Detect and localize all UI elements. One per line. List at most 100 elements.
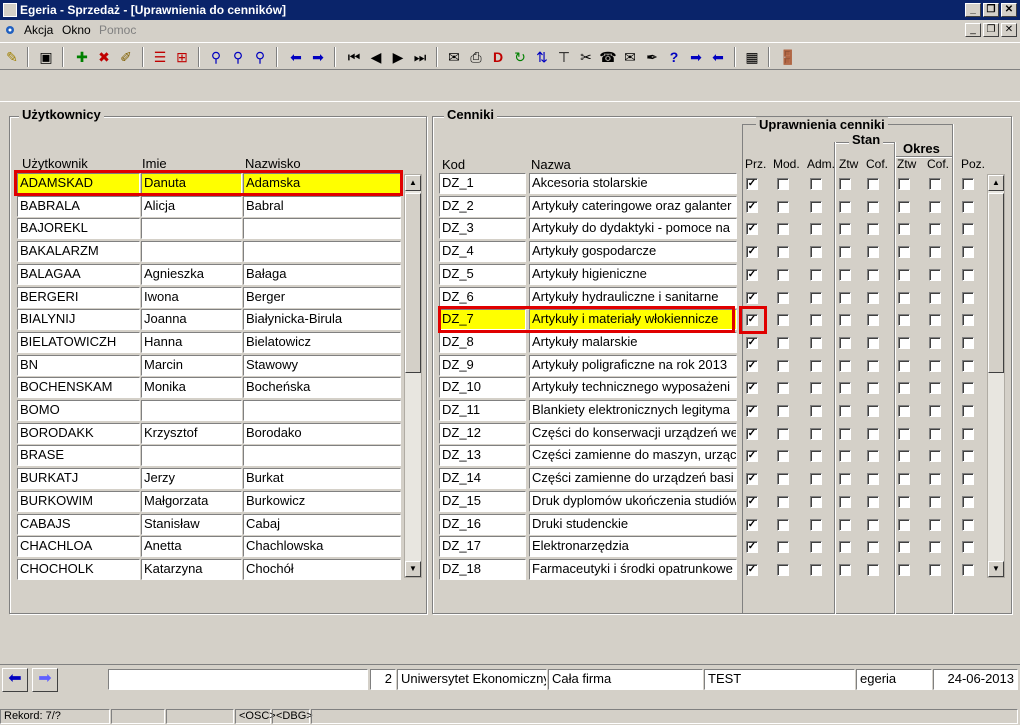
user-login-cell[interactable]: CHACHLOA: [17, 536, 140, 558]
pricelist-code-cell[interactable]: DZ_18: [439, 558, 526, 580]
user-lastname-cell[interactable]: Chachlowska: [243, 536, 401, 558]
user-login-cell[interactable]: CABAJS: [17, 513, 140, 535]
forward-icon[interactable]: ➡: [686, 47, 706, 67]
permission-checkbox[interactable]: [777, 495, 789, 508]
user-firstname-cell[interactable]: [141, 218, 242, 240]
permission-checkbox[interactable]: [898, 336, 910, 349]
permission-checkbox[interactable]: [898, 518, 910, 531]
permission-checkbox[interactable]: [777, 223, 789, 236]
pricelist-code-cell[interactable]: DZ_3: [439, 218, 526, 240]
user-firstname-cell[interactable]: Monika: [141, 377, 242, 399]
permission-checkbox[interactable]: [898, 200, 910, 213]
users-scroll-down-icon[interactable]: ▼: [405, 561, 421, 577]
permission-checkbox[interactable]: [962, 246, 974, 259]
pricelist-name-cell[interactable]: Druki studenckie: [529, 513, 737, 535]
pricelist-code-cell[interactable]: DZ_17: [439, 536, 526, 558]
permission-checkbox[interactable]: [839, 541, 851, 554]
permission-checkbox[interactable]: [929, 314, 941, 327]
permission-checkbox[interactable]: ✓: [746, 473, 758, 486]
permission-checkbox[interactable]: [777, 518, 789, 531]
first-record-icon[interactable]: ⏮: [344, 47, 364, 67]
permission-checkbox[interactable]: [777, 178, 789, 190]
permission-checkbox[interactable]: [777, 268, 789, 281]
user-login-cell[interactable]: BRASE: [17, 445, 140, 467]
users-scrollbar[interactable]: ▲ ▼: [404, 174, 422, 578]
pricelist-name-cell[interactable]: Akcesoria stolarskie: [529, 173, 737, 194]
permission-checkbox[interactable]: [777, 541, 789, 554]
permission-checkbox[interactable]: [777, 450, 789, 463]
permission-checkbox[interactable]: ✓: [746, 563, 758, 576]
permission-checkbox[interactable]: [962, 336, 974, 349]
pricelist-name-cell[interactable]: Farmaceutyki i środki opatrunkowe: [529, 558, 737, 580]
permission-checkbox[interactable]: [839, 495, 851, 508]
user-login-cell[interactable]: BAJOREKL: [17, 218, 140, 240]
user-login-cell[interactable]: BAKALARZM: [17, 241, 140, 263]
restore-button[interactable]: ❐: [983, 3, 999, 17]
user-firstname-cell[interactable]: Krzysztof: [141, 422, 242, 444]
user-lastname-cell[interactable]: [243, 445, 401, 467]
permission-checkbox[interactable]: [777, 336, 789, 349]
permission-checkbox[interactable]: ✓: [746, 200, 758, 213]
user-firstname-cell[interactable]: [141, 445, 242, 467]
user-firstname-cell[interactable]: Anetta: [141, 536, 242, 558]
user-firstname-cell[interactable]: Hanna: [141, 331, 242, 353]
pricelist-name-cell[interactable]: Druk dyplomów ukończenia studiów: [529, 490, 737, 512]
permission-checkbox[interactable]: [962, 382, 974, 395]
permission-checkbox[interactable]: [810, 246, 822, 259]
user-firstname-cell[interactable]: Joanna: [141, 309, 242, 331]
permission-checkbox[interactable]: [898, 450, 910, 463]
permission-checkbox[interactable]: ✓: [746, 268, 758, 281]
pricelist-name-cell[interactable]: Artykuły higieniczne: [529, 263, 737, 285]
permission-checkbox[interactable]: [929, 382, 941, 395]
permission-checkbox[interactable]: [839, 336, 851, 349]
user-firstname-cell[interactable]: Katarzyna: [141, 558, 242, 580]
user-login-cell[interactable]: BURKATJ: [17, 468, 140, 490]
mdi-minimize-button[interactable]: _: [965, 23, 981, 37]
delete-icon[interactable]: ✖: [94, 47, 114, 67]
permission-checkbox[interactable]: [929, 336, 941, 349]
permission-checkbox[interactable]: ✓: [746, 405, 758, 417]
user-login-cell[interactable]: BIALYNIJ: [17, 309, 140, 331]
permission-checkbox[interactable]: [962, 563, 974, 576]
permission-checkbox[interactable]: [810, 268, 822, 281]
permission-checkbox[interactable]: [929, 518, 941, 531]
user-lastname-cell[interactable]: Białynicka-Birula: [243, 309, 401, 331]
help-icon[interactable]: ?: [664, 47, 684, 67]
permission-checkbox[interactable]: [898, 291, 910, 304]
nav-forward-icon[interactable]: ➡: [32, 668, 58, 692]
permission-checkbox[interactable]: [929, 563, 941, 576]
pricelist-name-cell[interactable]: Artykuły technicznego wyposażeni: [529, 377, 737, 399]
permission-checkbox[interactable]: [867, 382, 879, 395]
permission-checkbox[interactable]: ✓: [746, 427, 758, 440]
permission-checkbox[interactable]: [929, 178, 941, 190]
permission-checkbox[interactable]: [839, 268, 851, 281]
permission-checkbox[interactable]: [810, 473, 822, 486]
pin-icon[interactable]: ✎: [2, 47, 22, 67]
pricelist-code-cell[interactable]: DZ_13: [439, 445, 526, 467]
user-login-cell[interactable]: CHOCHOLK: [17, 558, 140, 580]
permission-checkbox[interactable]: [962, 541, 974, 554]
permission-checkbox[interactable]: [898, 382, 910, 395]
user-login-cell[interactable]: BIELATOWICZH: [17, 331, 140, 353]
edit-icon[interactable]: ✐: [116, 47, 136, 67]
user-login-cell[interactable]: BURKOWIM: [17, 490, 140, 512]
permission-checkbox[interactable]: [898, 563, 910, 576]
permission-checkbox[interactable]: [777, 200, 789, 213]
permission-checkbox[interactable]: [929, 495, 941, 508]
pricelist-code-cell[interactable]: DZ_10: [439, 377, 526, 399]
permission-checkbox[interactable]: [867, 427, 879, 440]
users-scroll-up-icon[interactable]: ▲: [405, 175, 421, 191]
menu-pomoc[interactable]: Pomoc: [99, 23, 136, 37]
permission-checkbox[interactable]: [777, 563, 789, 576]
permission-checkbox[interactable]: [867, 518, 879, 531]
permission-checkbox[interactable]: [839, 473, 851, 486]
permission-checkbox[interactable]: [929, 359, 941, 372]
permission-checkbox[interactable]: [962, 359, 974, 372]
user-lastname-cell[interactable]: Burkat: [243, 468, 401, 490]
pricelist-code-cell[interactable]: DZ_15: [439, 490, 526, 512]
user-login-cell[interactable]: BORODAKK: [17, 422, 140, 444]
permission-checkbox[interactable]: [867, 541, 879, 554]
user-firstname-cell[interactable]: Jerzy: [141, 468, 242, 490]
split-icon[interactable]: ☰: [150, 47, 170, 67]
permission-checkbox[interactable]: [810, 518, 822, 531]
